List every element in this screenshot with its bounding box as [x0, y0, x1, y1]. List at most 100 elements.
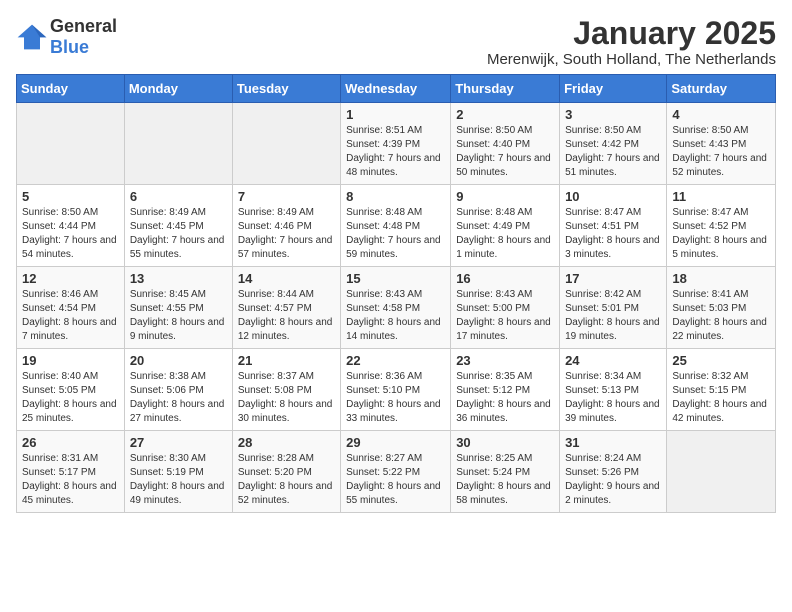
- day-number: 14: [238, 271, 335, 286]
- location-title: Merenwijk, South Holland, The Netherland…: [487, 51, 776, 68]
- day-info: Sunrise: 8:43 AM Sunset: 5:00 PM Dayligh…: [456, 288, 554, 344]
- logo-blue: Blue: [50, 37, 89, 57]
- calendar-cell: 16Sunrise: 8:43 AM Sunset: 5:00 PM Dayli…: [451, 267, 560, 349]
- calendar-cell: [124, 103, 232, 185]
- calendar-cell: 20 Sunrise: 8:38 AM Sunset: 5:06 PM Dayli…: [124, 349, 232, 431]
- day-info: Sunrise: 8:43 AM Sunset: 4:58 PM Dayligh…: [346, 288, 445, 344]
- calendar-cell: [667, 431, 776, 513]
- day-number: 17: [565, 271, 661, 286]
- calendar-cell: 29Sunrise: 8:27 AM Sunset: 5:22 PM Dayli…: [341, 431, 451, 513]
- day-info: Sunrise: 8:34 AM Sunset: 5:13 PM Dayligh…: [565, 370, 661, 426]
- day-info: Sunrise: 8:47 AM Sunset: 4:51 PM Dayligh…: [565, 206, 661, 262]
- calendar-cell: 1Sunrise: 8:51 AM Sunset: 4:39 PM Daylig…: [341, 103, 451, 185]
- day-number: 10: [565, 189, 661, 204]
- day-info: Sunrise: 8:50 AM Sunset: 4:42 PM Dayligh…: [565, 124, 661, 180]
- day-number: 27: [130, 435, 227, 450]
- calendar-cell: 11 Sunrise: 8:47 AM Sunset: 4:52 PM Dayli…: [667, 185, 776, 267]
- month-title: January 2025: [487, 16, 776, 51]
- day-number: 23: [456, 353, 554, 368]
- day-info: Sunrise: 8:36 AM Sunset: 5:10 PM Dayligh…: [346, 370, 445, 426]
- day-number: 2: [456, 107, 554, 122]
- day-number: 30: [456, 435, 554, 450]
- weekday-header: Monday: [124, 75, 232, 103]
- calendar-cell: 4 Sunrise: 8:50 AM Sunset: 4:43 PM Daylig…: [667, 103, 776, 185]
- day-number: 26: [22, 435, 119, 450]
- day-number: 15: [346, 271, 445, 286]
- day-number: 28: [238, 435, 335, 450]
- calendar-cell: 9Sunrise: 8:48 AM Sunset: 4:49 PM Daylig…: [451, 185, 560, 267]
- calendar-cell: 14 Sunrise: 8:44 AM Sunset: 4:57 PM Dayli…: [232, 267, 340, 349]
- day-info: Sunrise: 8:27 AM Sunset: 5:22 PM Dayligh…: [346, 452, 445, 508]
- weekday-header: Sunday: [17, 75, 125, 103]
- calendar-cell: 19 Sunrise: 8:40 AM Sunset: 5:05 PM Dayli…: [17, 349, 125, 431]
- day-number: 11: [672, 189, 770, 204]
- day-number: 4: [672, 107, 770, 122]
- day-info: Sunrise: 8:46 AM Sunset: 4:54 PM Dayligh…: [22, 288, 119, 344]
- calendar-cell: [232, 103, 340, 185]
- day-number: 24: [565, 353, 661, 368]
- day-number: 20: [130, 353, 227, 368]
- day-info: Sunrise: 8:35 AM Sunset: 5:12 PM Dayligh…: [456, 370, 554, 426]
- calendar-cell: 17 Sunrise: 8:42 AM Sunset: 5:01 PM Dayli…: [560, 267, 667, 349]
- calendar-cell: 18 Sunrise: 8:41 AM Sunset: 5:03 PM Dayli…: [667, 267, 776, 349]
- calendar-table: SundayMondayTuesdayWednesdayThursdayFrid…: [16, 74, 776, 513]
- day-info: Sunrise: 8:42 AM Sunset: 5:01 PM Dayligh…: [565, 288, 661, 344]
- day-info: Sunrise: 8:31 AM Sunset: 5:17 PM Dayligh…: [22, 452, 119, 508]
- calendar-cell: 5Sunrise: 8:50 AM Sunset: 4:44 PM Daylig…: [17, 185, 125, 267]
- page-header: General Blue January 2025 Merenwijk, Sou…: [16, 16, 776, 68]
- calendar-cell: 10 Sunrise: 8:47 AM Sunset: 4:51 PM Dayli…: [560, 185, 667, 267]
- calendar-cell: 12 Sunrise: 8:46 AM Sunset: 4:54 PM Dayli…: [17, 267, 125, 349]
- day-number: 18: [672, 271, 770, 286]
- calendar-week-row: 12 Sunrise: 8:46 AM Sunset: 4:54 PM Dayli…: [17, 267, 776, 349]
- calendar-cell: 31 Sunrise: 8:24 AM Sunset: 5:26 PM Dayli…: [560, 431, 667, 513]
- day-number: 12: [22, 271, 119, 286]
- calendar-cell: 26 Sunrise: 8:31 AM Sunset: 5:17 PM Dayli…: [17, 431, 125, 513]
- day-info: Sunrise: 8:30 AM Sunset: 5:19 PM Dayligh…: [130, 452, 227, 508]
- day-info: Sunrise: 8:49 AM Sunset: 4:46 PM Dayligh…: [238, 206, 335, 262]
- day-number: 25: [672, 353, 770, 368]
- calendar-cell: 21 Sunrise: 8:37 AM Sunset: 5:08 PM Dayli…: [232, 349, 340, 431]
- day-number: 19: [22, 353, 119, 368]
- day-info: Sunrise: 8:50 AM Sunset: 4:44 PM Dayligh…: [22, 206, 119, 262]
- day-info: Sunrise: 8:41 AM Sunset: 5:03 PM Dayligh…: [672, 288, 770, 344]
- weekday-header: Wednesday: [341, 75, 451, 103]
- day-info: Sunrise: 8:47 AM Sunset: 4:52 PM Dayligh…: [672, 206, 770, 262]
- calendar-cell: 22 Sunrise: 8:36 AM Sunset: 5:10 PM Dayli…: [341, 349, 451, 431]
- calendar-cell: 6Sunrise: 8:49 AM Sunset: 4:45 PM Daylig…: [124, 185, 232, 267]
- day-info: Sunrise: 8:50 AM Sunset: 4:40 PM Dayligh…: [456, 124, 554, 180]
- day-info: Sunrise: 8:49 AM Sunset: 4:45 PM Dayligh…: [130, 206, 227, 262]
- day-info: Sunrise: 8:45 AM Sunset: 4:55 PM Dayligh…: [130, 288, 227, 344]
- day-info: Sunrise: 8:48 AM Sunset: 4:48 PM Dayligh…: [346, 206, 445, 262]
- calendar-cell: 8Sunrise: 8:48 AM Sunset: 4:48 PM Daylig…: [341, 185, 451, 267]
- day-info: Sunrise: 8:51 AM Sunset: 4:39 PM Dayligh…: [346, 124, 445, 180]
- day-info: Sunrise: 8:37 AM Sunset: 5:08 PM Dayligh…: [238, 370, 335, 426]
- day-number: 22: [346, 353, 445, 368]
- calendar-week-row: 26 Sunrise: 8:31 AM Sunset: 5:17 PM Dayli…: [17, 431, 776, 513]
- day-number: 3: [565, 107, 661, 122]
- calendar-week-row: 5Sunrise: 8:50 AM Sunset: 4:44 PM Daylig…: [17, 185, 776, 267]
- calendar-header-row: SundayMondayTuesdayWednesdayThursdayFrid…: [17, 75, 776, 103]
- logo-text: General Blue: [50, 16, 117, 58]
- day-info: Sunrise: 8:50 AM Sunset: 4:43 PM Dayligh…: [672, 124, 770, 180]
- calendar-cell: [17, 103, 125, 185]
- logo-general: General: [50, 16, 117, 36]
- day-info: Sunrise: 8:28 AM Sunset: 5:20 PM Dayligh…: [238, 452, 335, 508]
- day-number: 31: [565, 435, 661, 450]
- day-number: 13: [130, 271, 227, 286]
- calendar-cell: 15 Sunrise: 8:43 AM Sunset: 4:58 PM Dayli…: [341, 267, 451, 349]
- calendar-cell: 28 Sunrise: 8:28 AM Sunset: 5:20 PM Dayli…: [232, 431, 340, 513]
- logo-icon: [16, 23, 48, 51]
- calendar-week-row: 19 Sunrise: 8:40 AM Sunset: 5:05 PM Dayli…: [17, 349, 776, 431]
- day-number: 21: [238, 353, 335, 368]
- day-info: Sunrise: 8:40 AM Sunset: 5:05 PM Dayligh…: [22, 370, 119, 426]
- calendar-cell: 13 Sunrise: 8:45 AM Sunset: 4:55 PM Dayli…: [124, 267, 232, 349]
- title-block: January 2025 Merenwijk, South Holland, T…: [487, 16, 776, 68]
- day-info: Sunrise: 8:48 AM Sunset: 4:49 PM Dayligh…: [456, 206, 554, 262]
- weekday-header: Thursday: [451, 75, 560, 103]
- calendar-cell: 3 Sunrise: 8:50 AM Sunset: 4:42 PM Daylig…: [560, 103, 667, 185]
- calendar-cell: 2 Sunrise: 8:50 AM Sunset: 4:40 PM Daylig…: [451, 103, 560, 185]
- day-info: Sunrise: 8:38 AM Sunset: 5:06 PM Dayligh…: [130, 370, 227, 426]
- day-info: Sunrise: 8:24 AM Sunset: 5:26 PM Dayligh…: [565, 452, 661, 508]
- day-info: Sunrise: 8:44 AM Sunset: 4:57 PM Dayligh…: [238, 288, 335, 344]
- weekday-header: Friday: [560, 75, 667, 103]
